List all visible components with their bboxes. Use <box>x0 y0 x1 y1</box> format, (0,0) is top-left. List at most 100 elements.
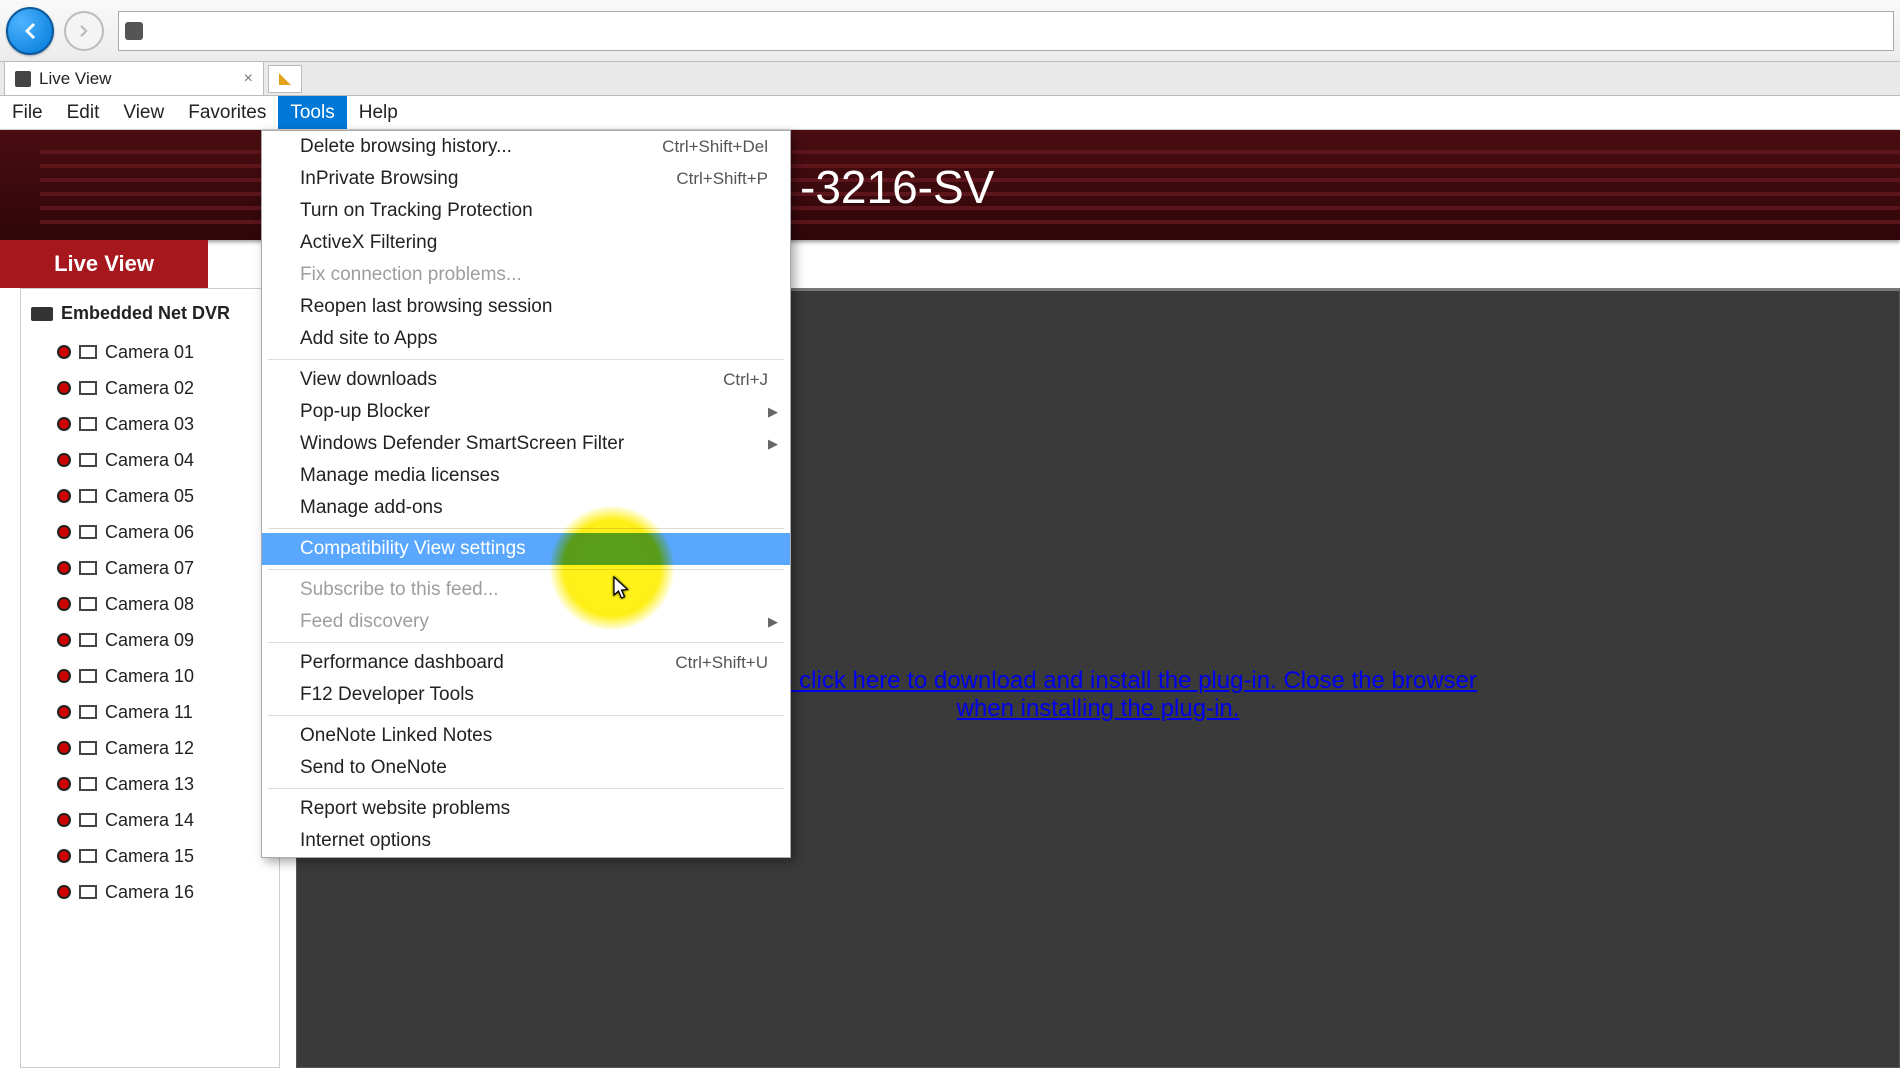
camera-item[interactable]: Camera 10 <box>57 658 269 694</box>
menu-help[interactable]: Help <box>347 96 410 129</box>
menu-item-label: Add site to Apps <box>300 328 768 350</box>
menu-item-internet-options[interactable]: Internet options <box>262 825 790 857</box>
camera-item[interactable]: Camera 09 <box>57 622 269 658</box>
menu-favorites[interactable]: Favorites <box>176 96 278 129</box>
tree-root[interactable]: Embedded Net DVR <box>31 303 269 324</box>
menu-item-shortcut: Ctrl+Shift+Del <box>662 137 768 157</box>
camera-item[interactable]: Camera 06 <box>57 514 269 550</box>
camera-icon <box>79 417 97 431</box>
record-dot-icon <box>57 417 71 431</box>
camera-item[interactable]: Camera 04 <box>57 442 269 478</box>
browser-tab[interactable]: Live View × <box>4 61 264 95</box>
menu-item-label: Report website problems <box>300 798 768 820</box>
arrow-left-icon <box>18 19 42 43</box>
menu-item-compatibility-view-settings[interactable]: Compatibility View settings <box>262 533 790 565</box>
menu-item-report-website-problems[interactable]: Report website problems <box>262 793 790 825</box>
camera-item[interactable]: Camera 16 <box>57 874 269 910</box>
camera-icon <box>79 597 97 611</box>
menu-separator <box>268 359 784 360</box>
menu-item-reopen-last-browsing-session[interactable]: Reopen last browsing session <box>262 291 790 323</box>
camera-list: Camera 01 Camera 02 Camera 03 Camera 04 Came… <box>57 334 269 910</box>
menu-item-turn-on-tracking-protection[interactable]: Turn on Tracking Protection <box>262 195 790 227</box>
menu-tools[interactable]: Tools <box>278 96 346 129</box>
menu-item-manage-media-licenses[interactable]: Manage media licenses <box>262 460 790 492</box>
menu-item-label: Internet options <box>300 830 768 852</box>
address-bar[interactable] <box>118 11 1894 51</box>
close-tab-icon[interactable]: × <box>244 70 253 88</box>
tools-dropdown: Delete browsing history...Ctrl+Shift+Del… <box>261 130 791 858</box>
camera-item[interactable]: Camera 01 <box>57 334 269 370</box>
menu-item-send-to-onenote[interactable]: Send to OneNote <box>262 752 790 784</box>
tree-root-label: Embedded Net DVR <box>61 303 230 324</box>
menu-item-inprivate-browsing[interactable]: InPrivate BrowsingCtrl+Shift+P <box>262 163 790 195</box>
menu-item-f12-developer-tools[interactable]: F12 Developer Tools <box>262 679 790 711</box>
page-title: -3216-SV <box>800 160 994 214</box>
camera-icon <box>79 525 97 539</box>
menu-item-view-downloads[interactable]: View downloadsCtrl+J <box>262 364 790 396</box>
camera-item[interactable]: Camera 14 <box>57 802 269 838</box>
plugin-download-link[interactable]: Please click here to download and instal… <box>708 667 1488 723</box>
menu-view[interactable]: View <box>111 96 176 129</box>
tab-live-view[interactable]: Live View <box>0 240 208 288</box>
camera-icon <box>79 813 97 827</box>
camera-label: Camera 03 <box>105 414 194 435</box>
camera-item[interactable]: Camera 03 <box>57 406 269 442</box>
camera-item[interactable]: Camera 12 <box>57 730 269 766</box>
menu-item-manage-add-ons[interactable]: Manage add-ons <box>262 492 790 524</box>
camera-item[interactable]: Camera 05 <box>57 478 269 514</box>
camera-label: Camera 07 <box>105 558 194 579</box>
menu-item-label: Delete browsing history... <box>300 136 662 158</box>
camera-item[interactable]: Camera 08 <box>57 586 269 622</box>
new-tab-button[interactable] <box>268 65 302 93</box>
camera-icon <box>79 561 97 575</box>
record-dot-icon <box>57 489 71 503</box>
record-dot-icon <box>57 741 71 755</box>
menu-item-subscribe-to-this-feed: Subscribe to this feed... <box>262 574 790 606</box>
menu-item-label: Feed discovery <box>300 611 768 633</box>
camera-icon <box>79 453 97 467</box>
menu-item-pop-up-blocker[interactable]: Pop-up Blocker▶ <box>262 396 790 428</box>
camera-label: Camera 11 <box>105 702 193 723</box>
camera-label: Camera 08 <box>105 594 194 615</box>
camera-item[interactable]: Camera 15 <box>57 838 269 874</box>
back-button[interactable] <box>6 7 54 55</box>
camera-icon <box>79 885 97 899</box>
menu-edit[interactable]: Edit <box>55 96 112 129</box>
camera-label: Camera 04 <box>105 450 194 471</box>
camera-label: Camera 01 <box>105 342 194 363</box>
record-dot-icon <box>57 705 71 719</box>
forward-button[interactable] <box>64 11 104 51</box>
menu-item-shortcut: Ctrl+J <box>723 370 768 390</box>
camera-icon <box>79 345 97 359</box>
menu-item-windows-defender-smartscreen-filter[interactable]: Windows Defender SmartScreen Filter▶ <box>262 428 790 460</box>
site-icon <box>125 22 143 40</box>
menu-item-activex-filtering[interactable]: ActiveX Filtering <box>262 227 790 259</box>
menu-file[interactable]: File <box>0 96 55 129</box>
camera-label: Camera 13 <box>105 774 194 795</box>
menu-item-fix-connection-problems: Fix connection problems... <box>262 259 790 291</box>
menu-item-add-site-to-apps[interactable]: Add site to Apps <box>262 323 790 355</box>
dvr-icon <box>31 307 53 321</box>
camera-item[interactable]: Camera 13 <box>57 766 269 802</box>
record-dot-icon <box>57 849 71 863</box>
camera-label: Camera 02 <box>105 378 194 399</box>
menu-bar: File Edit View Favorites Tools Help <box>0 96 1900 130</box>
menu-item-label: Subscribe to this feed... <box>300 579 768 601</box>
menu-item-onenote-linked-notes[interactable]: OneNote Linked Notes <box>262 720 790 752</box>
menu-separator <box>268 788 784 789</box>
menu-item-shortcut: Ctrl+Shift+U <box>675 653 768 673</box>
camera-icon <box>79 669 97 683</box>
camera-item[interactable]: Camera 11 <box>57 694 269 730</box>
menu-separator <box>268 715 784 716</box>
camera-item[interactable]: Camera 07 <box>57 550 269 586</box>
menu-item-label: Manage add-ons <box>300 497 768 519</box>
camera-label: Camera 14 <box>105 810 194 831</box>
menu-item-label: Pop-up Blocker <box>300 401 768 423</box>
menu-item-delete-browsing-history[interactable]: Delete browsing history...Ctrl+Shift+Del <box>262 131 790 163</box>
record-dot-icon <box>57 669 71 683</box>
menu-item-label: Compatibility View settings <box>300 538 768 560</box>
camera-icon <box>79 489 97 503</box>
camera-item[interactable]: Camera 02 <box>57 370 269 406</box>
camera-tree: Embedded Net DVR Camera 01Camera 02Camer… <box>20 288 280 1068</box>
menu-item-performance-dashboard[interactable]: Performance dashboardCtrl+Shift+U <box>262 647 790 679</box>
